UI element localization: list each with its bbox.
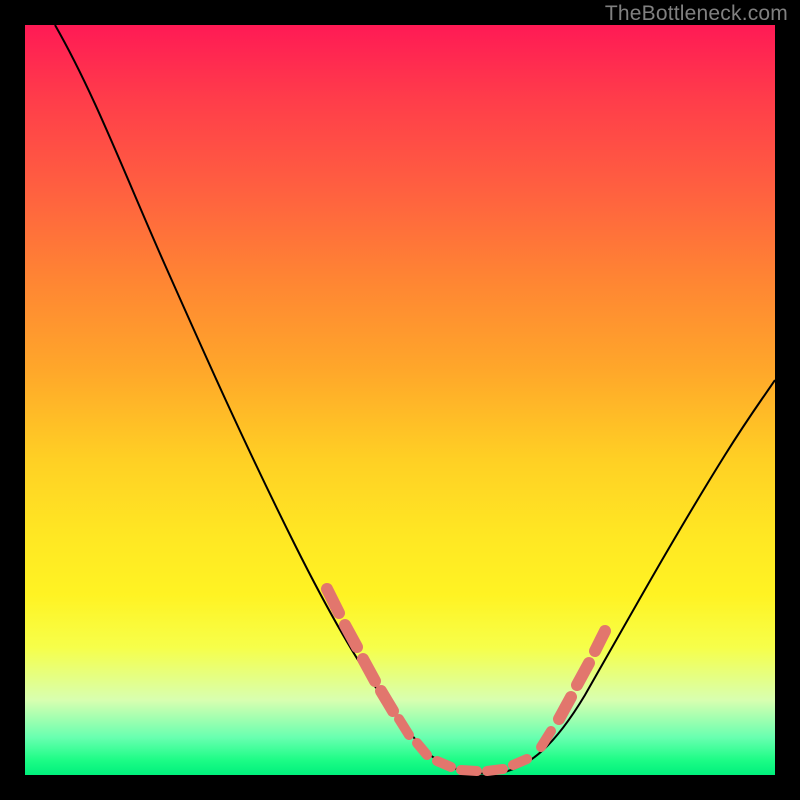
attribution-text: TheBottleneck.com: [605, 2, 788, 26]
dash-mark: [461, 770, 477, 771]
dash-mark: [417, 743, 427, 755]
plot-area: [25, 25, 775, 775]
dash-mark: [345, 625, 357, 647]
dash-mark: [487, 769, 503, 771]
dash-mark: [577, 663, 589, 685]
dash-mark: [513, 759, 527, 765]
bottleneck-curve: [55, 25, 775, 774]
dash-mark: [381, 691, 393, 711]
dash-mark: [559, 697, 571, 719]
chart-svg: [25, 25, 775, 775]
dash-mark: [399, 719, 409, 735]
dash-mark: [363, 659, 375, 681]
dash-mark: [595, 631, 605, 651]
dash-mark: [437, 761, 451, 767]
chart-frame: TheBottleneck.com: [0, 0, 800, 800]
